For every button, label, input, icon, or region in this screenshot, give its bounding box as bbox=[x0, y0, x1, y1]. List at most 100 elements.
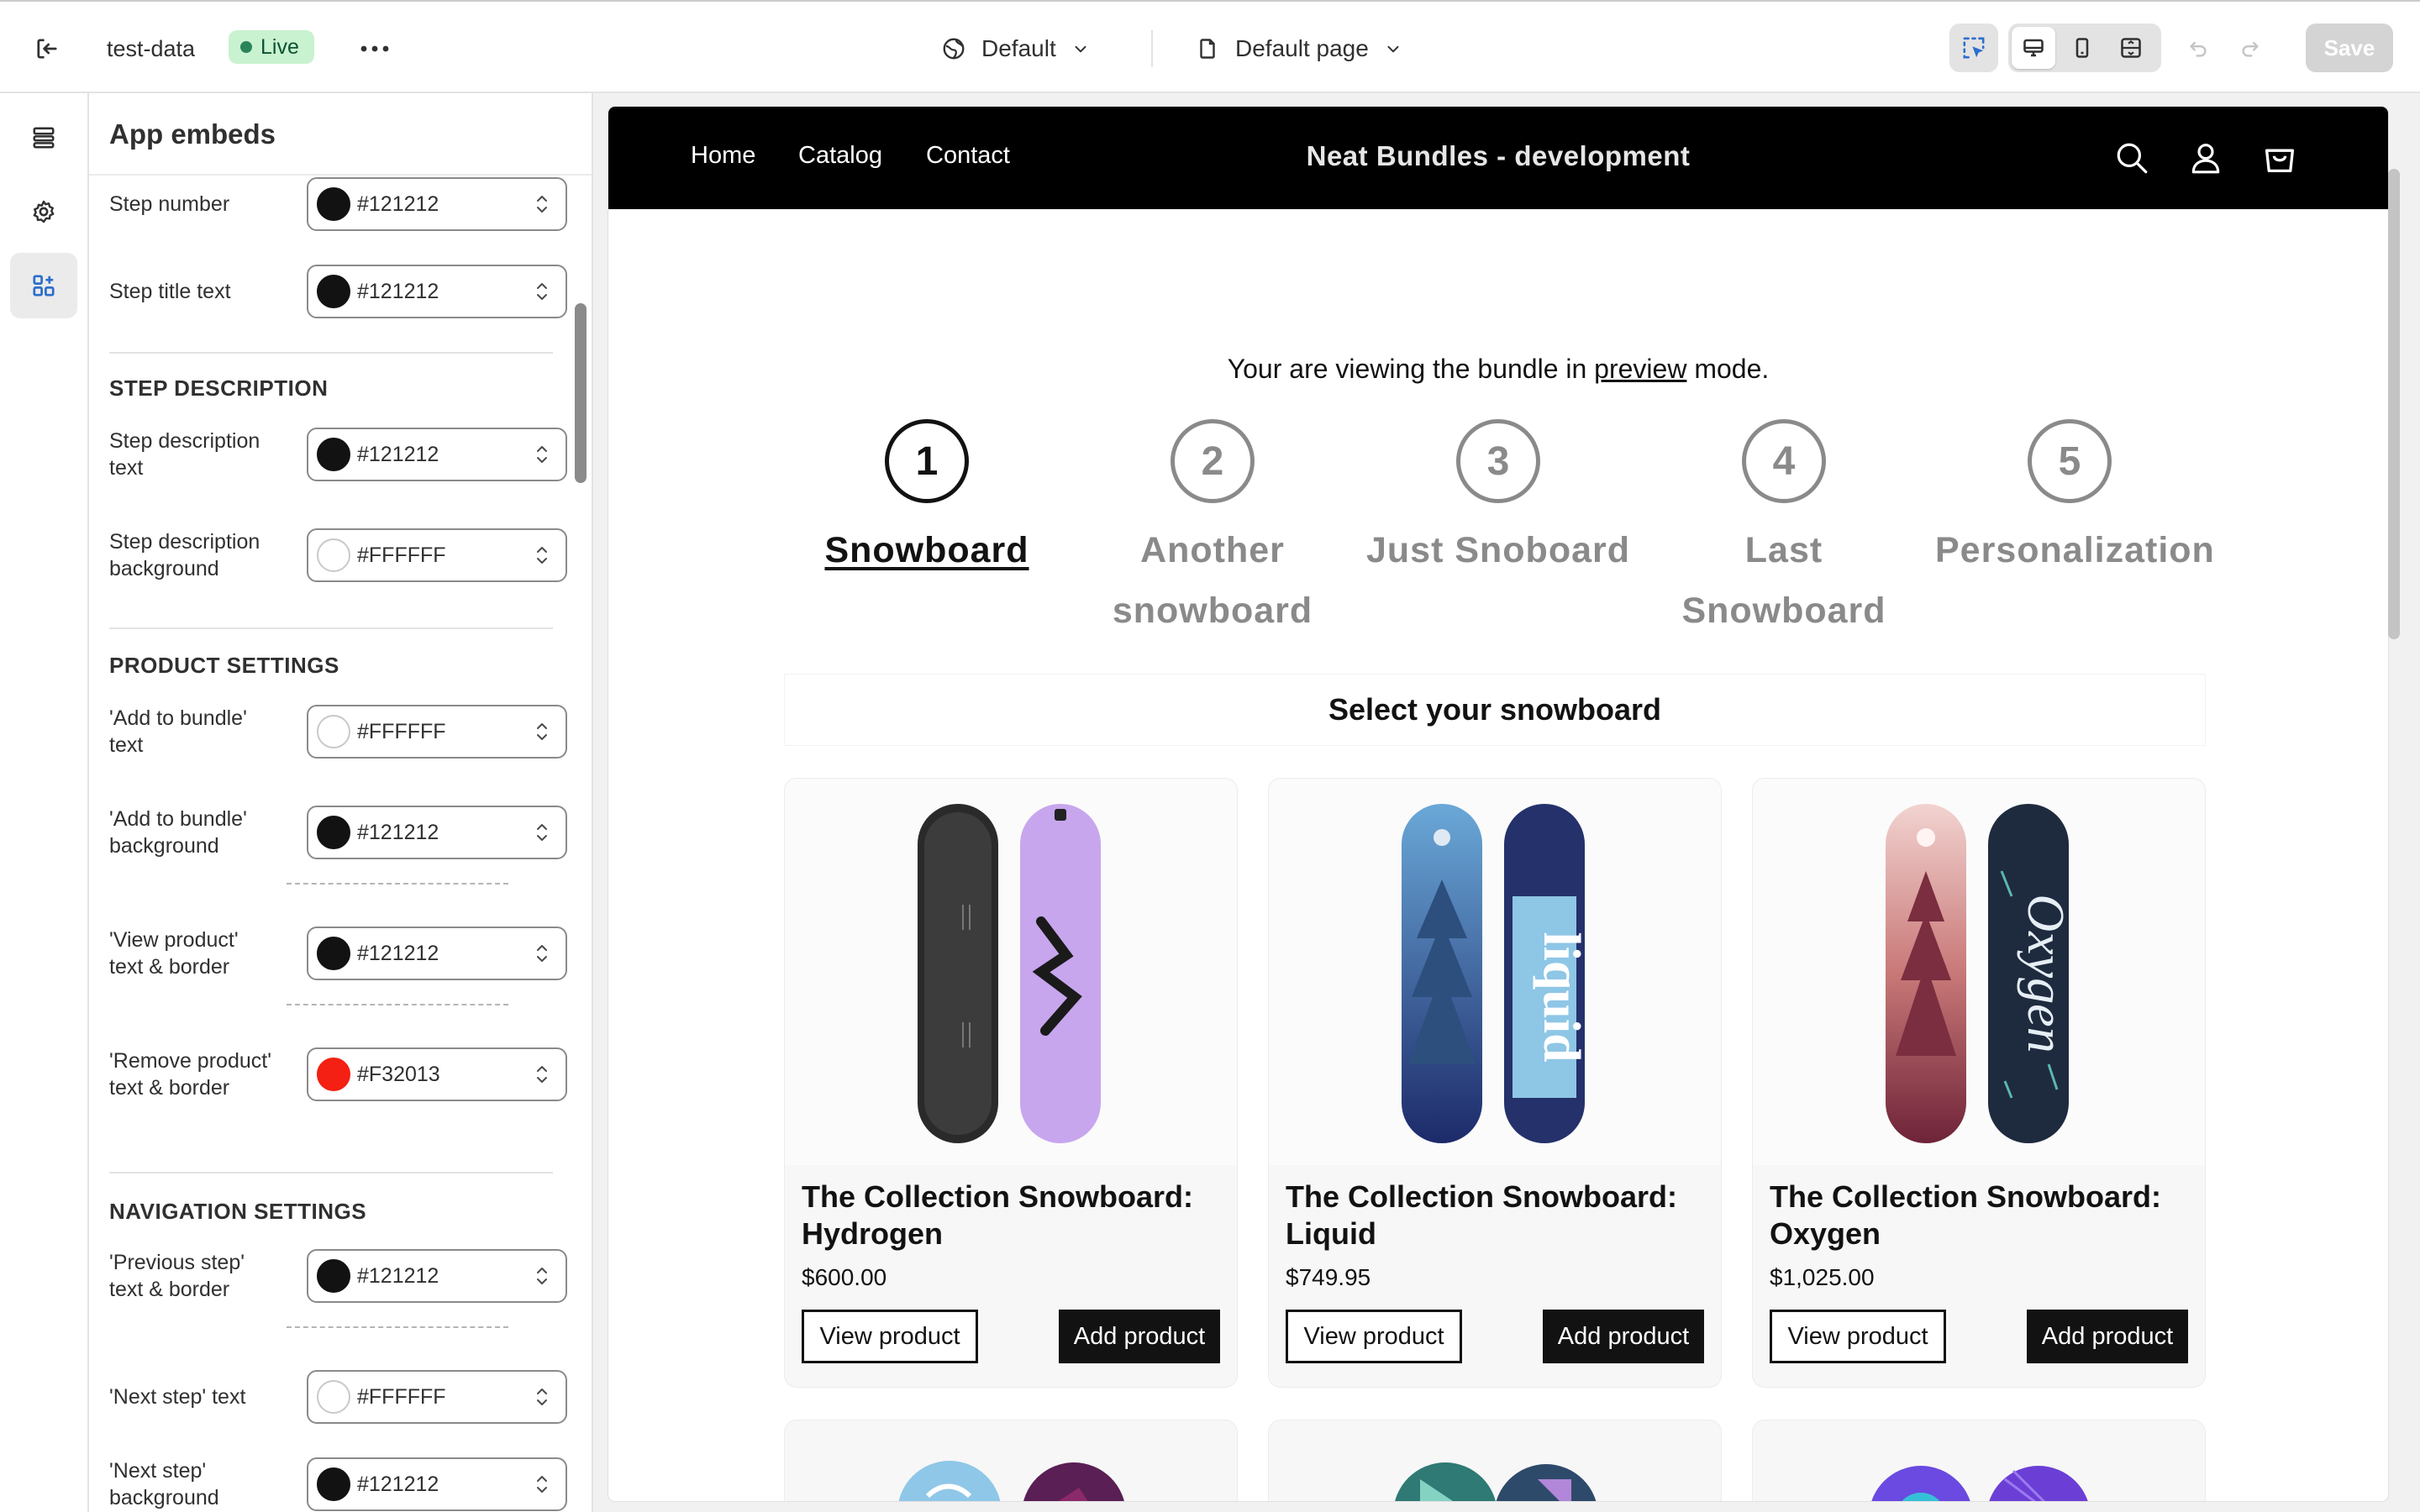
color-picker-field[interactable]: #FFFFFF bbox=[307, 705, 567, 759]
product-image[interactable] bbox=[1753, 1420, 2205, 1501]
redo-button[interactable] bbox=[2228, 27, 2272, 71]
bundle-step-1[interactable]: 1 Snowboard bbox=[792, 419, 1061, 580]
stepper-icon[interactable] bbox=[527, 1063, 557, 1086]
color-swatch[interactable] bbox=[317, 1058, 350, 1091]
stepper-icon[interactable] bbox=[527, 280, 557, 303]
color-hex-value[interactable]: #121212 bbox=[357, 443, 527, 467]
color-swatch[interactable] bbox=[317, 1467, 350, 1501]
color-picker-field[interactable]: #121212 bbox=[307, 1249, 567, 1303]
svg-text:Oxygen: Oxygen bbox=[2017, 894, 2074, 1053]
bundle-step-4[interactable]: 4 Last Snowboard bbox=[1649, 419, 1918, 641]
search-button[interactable] bbox=[2111, 137, 2153, 179]
account-button[interactable] bbox=[2185, 137, 2227, 179]
product-image[interactable] bbox=[1269, 1420, 1721, 1501]
color-picker-field[interactable]: #F32013 bbox=[307, 1047, 567, 1101]
mobile-view-button[interactable] bbox=[2060, 27, 2104, 69]
product-name[interactable]: The Collection Snowboard: Liquid bbox=[1286, 1179, 1706, 1252]
product-image[interactable]: liquid bbox=[1269, 779, 1721, 1165]
add-product-button[interactable]: Add product bbox=[1059, 1310, 1220, 1363]
product-image[interactable] bbox=[785, 779, 1237, 1165]
stepper-icon[interactable] bbox=[527, 821, 557, 844]
stepper-icon[interactable] bbox=[527, 443, 557, 466]
color-picker-field[interactable]: #121212 bbox=[307, 265, 567, 318]
undo-button[interactable] bbox=[2176, 27, 2220, 71]
color-picker-field[interactable]: #121212 bbox=[307, 177, 567, 231]
fullscreen-view-button[interactable] bbox=[2109, 27, 2153, 69]
chevron-down-icon bbox=[1075, 45, 1086, 53]
stepper-icon[interactable] bbox=[527, 942, 557, 965]
color-picker-field[interactable]: #FFFFFF bbox=[307, 528, 567, 582]
color-picker-field[interactable]: #121212 bbox=[307, 806, 567, 859]
color-swatch[interactable] bbox=[317, 538, 350, 572]
color-hex-value[interactable]: #121212 bbox=[357, 192, 527, 217]
bundle-step-2[interactable]: 2 Another snowboard bbox=[1078, 419, 1347, 641]
setting-label: Step description text bbox=[109, 429, 260, 480]
device-switcher bbox=[2008, 24, 2161, 72]
color-picker-field[interactable]: #121212 bbox=[307, 1457, 567, 1511]
product-image[interactable] bbox=[785, 1420, 1237, 1501]
color-hex-value[interactable]: #FFFFFF bbox=[357, 1385, 527, 1410]
preview-link[interactable]: preview bbox=[1594, 354, 1686, 384]
product-card bbox=[1753, 1420, 2205, 1501]
preview-scrollbar[interactable] bbox=[2388, 169, 2400, 639]
stepper-icon[interactable] bbox=[527, 1385, 557, 1409]
color-swatch[interactable] bbox=[317, 1380, 350, 1414]
color-swatch[interactable] bbox=[317, 937, 350, 970]
exit-icon bbox=[37, 39, 57, 59]
color-swatch[interactable] bbox=[317, 275, 350, 308]
view-product-button[interactable]: View product bbox=[802, 1310, 978, 1363]
product-name[interactable]: The Collection Snowboard: Oxygen bbox=[1770, 1179, 2190, 1252]
template-selector[interactable]: Default bbox=[941, 27, 1090, 71]
bundle-step-3[interactable]: 3 Just Snoboard bbox=[1364, 419, 1633, 580]
bundle-step-5[interactable]: 5 Personalization bbox=[1935, 419, 2214, 580]
desktop-view-button[interactable] bbox=[2012, 27, 2055, 69]
color-hex-value[interactable]: #121212 bbox=[357, 280, 527, 304]
color-hex-value[interactable]: #FFFFFF bbox=[357, 720, 527, 744]
color-hex-value[interactable]: #121212 bbox=[357, 1473, 527, 1497]
color-hex-value[interactable]: #121212 bbox=[357, 1264, 527, 1289]
stepper-icon[interactable] bbox=[527, 192, 557, 216]
view-product-button[interactable]: View product bbox=[1770, 1310, 1946, 1363]
live-dot bbox=[240, 41, 252, 53]
cart-button[interactable] bbox=[2259, 137, 2301, 179]
color-swatch[interactable] bbox=[317, 187, 350, 221]
stepper-icon[interactable] bbox=[527, 543, 557, 567]
add-product-button[interactable]: Add product bbox=[2027, 1310, 2188, 1363]
panel-scrollbar[interactable] bbox=[575, 303, 587, 483]
add-product-button[interactable]: Add product bbox=[1543, 1310, 1704, 1363]
setting-label: Step title text bbox=[109, 280, 231, 303]
product-name[interactable]: The Collection Snowboard: Hydrogen bbox=[802, 1179, 1222, 1252]
step-title-line: snowboard bbox=[1112, 591, 1313, 631]
inspector-button[interactable] bbox=[1949, 24, 1998, 72]
product-card: liquid The Collection Snowboard: Liquid … bbox=[1269, 779, 1721, 1387]
app-embeds-tab[interactable] bbox=[10, 253, 77, 318]
view-product-button[interactable]: View product bbox=[1286, 1310, 1462, 1363]
save-button[interactable]: Save bbox=[2306, 24, 2393, 72]
color-hex-value[interactable]: #121212 bbox=[357, 821, 527, 845]
more-actions-button[interactable] bbox=[353, 27, 397, 71]
color-picker-field[interactable]: #121212 bbox=[307, 927, 567, 980]
color-hex-value[interactable]: #F32013 bbox=[357, 1063, 527, 1087]
setting-view-product-text-border: 'View product' text & border #121212 bbox=[109, 927, 567, 980]
color-swatch[interactable] bbox=[317, 715, 350, 748]
field-separator bbox=[287, 1004, 508, 1005]
product-card: The Collection Snowboard: Hydrogen $600.… bbox=[785, 779, 1237, 1387]
search-icon bbox=[2117, 143, 2148, 174]
color-hex-value[interactable]: #FFFFFF bbox=[357, 543, 527, 568]
sections-tab[interactable] bbox=[10, 105, 77, 171]
page-selector[interactable]: Default page bbox=[1195, 27, 1402, 71]
theme-settings-tab[interactable] bbox=[10, 179, 77, 244]
stepper-icon[interactable] bbox=[527, 1473, 557, 1496]
color-swatch[interactable] bbox=[317, 1259, 350, 1293]
product-price: $600.00 bbox=[802, 1264, 887, 1290]
product-image[interactable]: Oxygen bbox=[1753, 779, 2205, 1165]
color-swatch[interactable] bbox=[317, 816, 350, 849]
top-bar: test-data Live Default Default page Save bbox=[0, 0, 2420, 93]
stepper-icon[interactable] bbox=[527, 720, 557, 743]
exit-button[interactable] bbox=[25, 27, 69, 71]
color-picker-field[interactable]: #121212 bbox=[307, 428, 567, 481]
color-hex-value[interactable]: #121212 bbox=[357, 942, 527, 966]
color-picker-field[interactable]: #FFFFFF bbox=[307, 1370, 567, 1424]
stepper-icon[interactable] bbox=[527, 1264, 557, 1288]
color-swatch[interactable] bbox=[317, 438, 350, 471]
